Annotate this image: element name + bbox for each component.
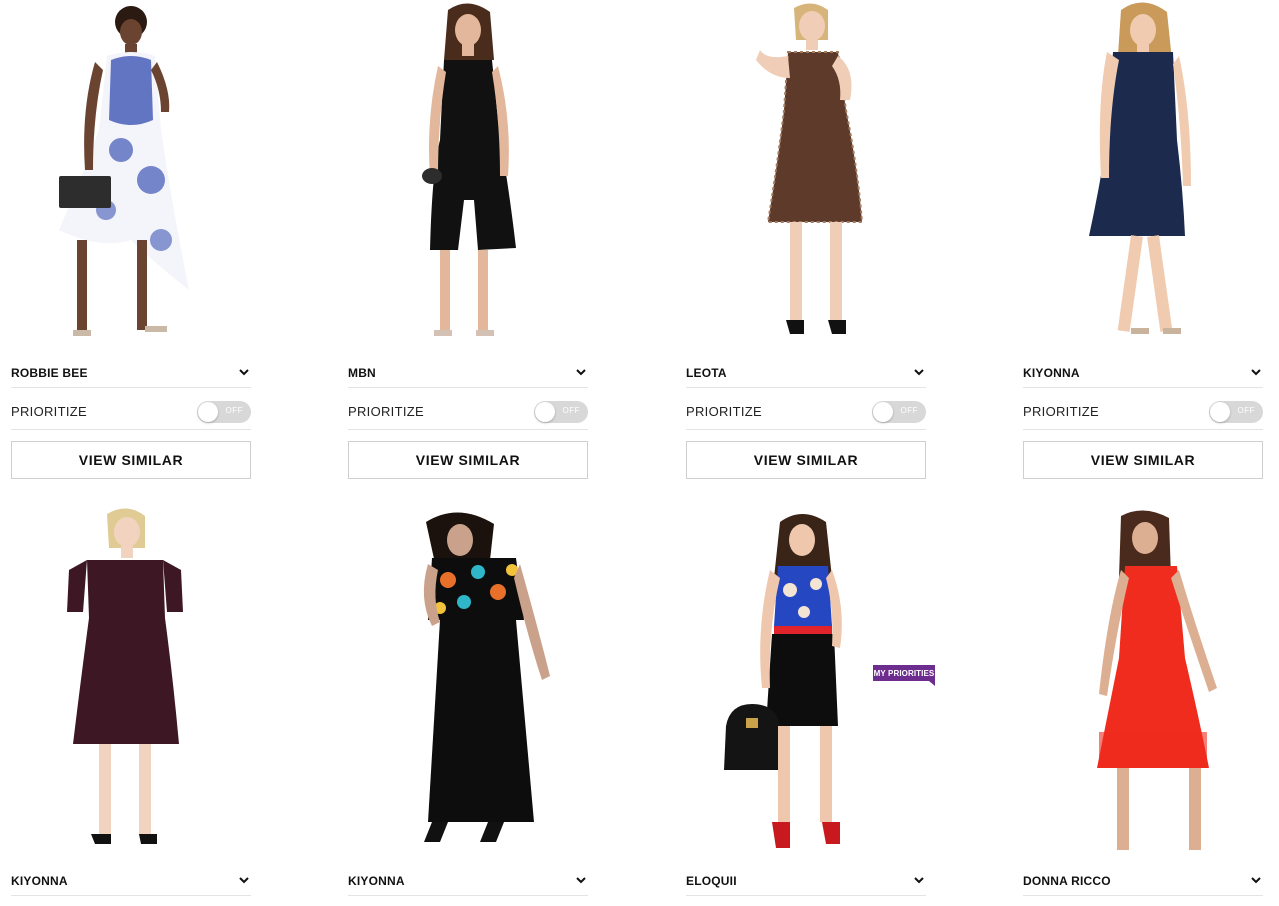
chevron-down-icon[interactable]: [1249, 366, 1263, 380]
toggle-knob: [535, 401, 555, 422]
prioritize-toggle[interactable]: OFF: [1209, 400, 1263, 423]
toggle-state-label: OFF: [1237, 405, 1255, 415]
prioritize-label: PRIORITIZE: [686, 404, 762, 419]
toggle-state-label: OFF: [900, 405, 918, 415]
chevron-down-icon[interactable]: [237, 366, 251, 380]
brand-row[interactable]: ELOQUII: [686, 866, 926, 896]
prioritize-row: PRIORITIZE OFF: [348, 394, 588, 430]
view-similar-button[interactable]: VIEW SIMILAR: [686, 441, 926, 479]
brand-name: LEOTA: [686, 365, 727, 380]
brand-name: DONNA RICCO: [1023, 873, 1111, 888]
prioritize-toggle[interactable]: OFF: [872, 400, 926, 423]
prioritize-label: PRIORITIZE: [348, 404, 424, 419]
product-image[interactable]: [686, 0, 926, 345]
brand-row[interactable]: DONNA RICCO: [1023, 866, 1263, 896]
prioritize-row: PRIORITIZE OFF: [686, 394, 926, 430]
chevron-down-icon[interactable]: [574, 366, 588, 380]
brand-row[interactable]: MBN: [348, 358, 588, 388]
prioritize-row: PRIORITIZE OFF: [11, 394, 251, 430]
chevron-down-icon[interactable]: [912, 874, 926, 888]
prioritize-label: PRIORITIZE: [1023, 404, 1099, 419]
prioritize-toggle[interactable]: OFF: [197, 400, 251, 423]
product-image[interactable]: [348, 508, 588, 853]
brand-row[interactable]: KIYONNA: [348, 866, 588, 896]
chevron-down-icon[interactable]: [574, 874, 588, 888]
toggle-knob: [873, 401, 893, 422]
toggle-knob: [198, 401, 218, 422]
brand-row[interactable]: KIYONNA: [1023, 358, 1263, 388]
view-similar-button[interactable]: VIEW SIMILAR: [1023, 441, 1263, 479]
prioritize-toggle[interactable]: OFF: [534, 400, 588, 423]
view-similar-button[interactable]: VIEW SIMILAR: [11, 441, 251, 479]
my-priorities-badge[interactable]: MY PRIORITIES: [873, 665, 935, 686]
prioritize-row: PRIORITIZE OFF: [1023, 394, 1263, 430]
chevron-down-icon[interactable]: [237, 874, 251, 888]
brand-name: MBN: [348, 365, 376, 380]
brand-name: ROBBIE BEE: [11, 365, 88, 380]
brand-row[interactable]: LEOTA: [686, 358, 926, 388]
product-image[interactable]: [348, 0, 588, 345]
toggle-state-label: OFF: [225, 405, 243, 415]
brand-row[interactable]: ROBBIE BEE: [11, 358, 251, 388]
brand-name: KIYONNA: [11, 873, 68, 888]
chevron-down-icon[interactable]: [912, 366, 926, 380]
product-image[interactable]: [11, 508, 251, 853]
brand-name: ELOQUII: [686, 873, 737, 888]
brand-name: KIYONNA: [348, 873, 405, 888]
brand-row[interactable]: KIYONNA: [11, 866, 251, 896]
product-image[interactable]: [1023, 508, 1263, 853]
prioritize-label: PRIORITIZE: [11, 404, 87, 419]
toggle-state-label: OFF: [562, 405, 580, 415]
toggle-knob: [1210, 401, 1230, 422]
chevron-down-icon[interactable]: [1249, 874, 1263, 888]
product-image[interactable]: [11, 0, 251, 345]
brand-name: KIYONNA: [1023, 365, 1080, 380]
product-image[interactable]: [1023, 0, 1263, 345]
view-similar-button[interactable]: VIEW SIMILAR: [348, 441, 588, 479]
